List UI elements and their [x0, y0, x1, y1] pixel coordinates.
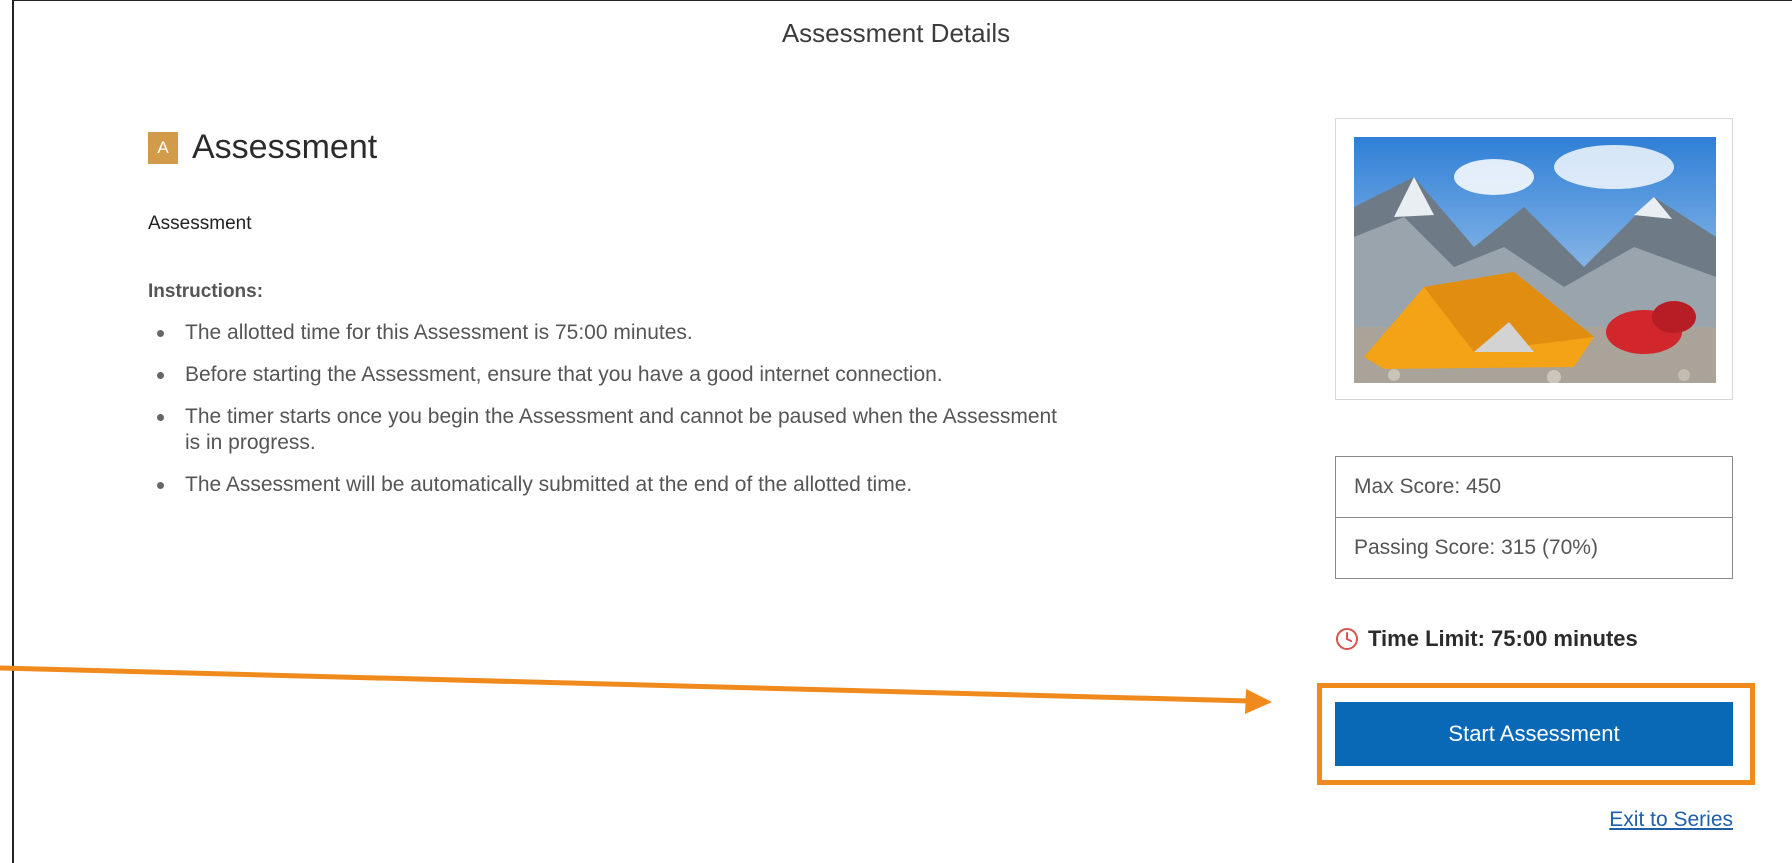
exit-to-series-link[interactable]: Exit to Series: [1609, 808, 1733, 832]
time-limit: Time Limit: 75:00 minutes: [1335, 626, 1638, 652]
instruction-item: Before starting the Assessment, ensure t…: [148, 362, 1148, 388]
instruction-text: The Assessment will be automatically sub…: [185, 473, 913, 496]
passing-score: Passing Score: 315 (70%): [1336, 517, 1732, 578]
assessment-subtitle: Assessment: [148, 213, 252, 234]
instructions-list: The allotted time for this Assessment is…: [148, 320, 1148, 514]
time-limit-text: Time Limit: 75:00 minutes: [1368, 626, 1638, 651]
assessment-heading-row: A Assessment: [148, 128, 377, 167]
page-title: Assessment Details: [781, 18, 1011, 48]
instruction-item: The Assessment will be automatically sub…: [148, 472, 1148, 498]
mountain-tent-image: [1354, 137, 1716, 383]
bullet-icon: [157, 482, 164, 489]
assessment-type-badge: A: [148, 131, 178, 164]
instruction-text: The timer starts once you begin the Asse…: [185, 405, 1058, 454]
instruction-text: The allotted time for this Assessment is…: [185, 321, 693, 344]
assessment-thumbnail: [1335, 118, 1733, 400]
start-assessment-button[interactable]: Start Assessment: [1335, 702, 1733, 766]
clock-icon: [1335, 627, 1359, 651]
bullet-icon: [157, 330, 164, 337]
bullet-icon: [157, 372, 164, 379]
instruction-item: The timer starts once you begin the Asse…: [148, 404, 1075, 456]
bullet-icon: [157, 414, 164, 421]
score-summary: Max Score: 450 Passing Score: 315 (70%): [1335, 456, 1733, 579]
instruction-item: The allotted time for this Assessment is…: [148, 320, 1148, 346]
instruction-text: Before starting the Assessment, ensure t…: [185, 363, 943, 386]
max-score: Max Score: 450: [1354, 475, 1502, 498]
assessment-heading: Assessment: [192, 128, 378, 166]
instructions-label: Instructions:: [148, 281, 264, 302]
